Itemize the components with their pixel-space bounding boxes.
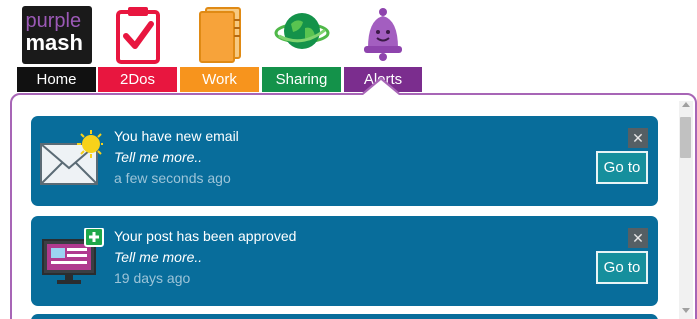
alert-timestamp: a few seconds ago — [114, 170, 231, 186]
nav-work-label: Work — [180, 67, 259, 92]
top-navigation: purple mash Home 2Dos Work Sharing Alert… — [0, 0, 697, 92]
clipboard-check-icon — [98, 6, 177, 64]
alert-title: Your post has been approved — [114, 228, 297, 244]
bell-icon — [344, 6, 422, 64]
monitor-post-icon — [39, 227, 104, 284]
close-button[interactable]: ✕ — [628, 128, 648, 148]
panel-pointer-inner — [363, 80, 399, 95]
nav-home[interactable]: purple mash Home — [17, 0, 96, 92]
alert-card-partial[interactable] — [31, 314, 658, 319]
globe-icon — [262, 6, 341, 64]
scroll-up-arrow-icon[interactable] — [682, 102, 690, 107]
nav-2dos-label: 2Dos — [98, 67, 177, 92]
nav-work[interactable]: Work — [180, 0, 259, 92]
alert-timestamp: 19 days ago — [114, 270, 191, 286]
purple-mash-logo-wrap: purple mash — [17, 6, 96, 64]
go-to-button[interactable]: Go to — [596, 151, 648, 184]
alert-card[interactable]: Your post has been approved Tell me more… — [31, 216, 658, 306]
nav-home-label: Home — [17, 67, 96, 92]
tell-me-more-link[interactable]: Tell me more.. — [114, 249, 202, 265]
scrollbar-thumb[interactable] — [680, 117, 691, 158]
envelope-icon — [39, 130, 105, 186]
folder-icon — [180, 6, 259, 64]
go-to-button[interactable]: Go to — [596, 251, 648, 284]
nav-2dos[interactable]: 2Dos — [98, 0, 177, 92]
alert-card[interactable]: You have new email Tell me more.. a few … — [31, 116, 658, 206]
nav-sharing[interactable]: Sharing — [262, 0, 341, 92]
alert-title: You have new email — [114, 128, 239, 144]
logo-line2: mash — [25, 30, 83, 55]
tell-me-more-link[interactable]: Tell me more.. — [114, 149, 202, 165]
close-button[interactable]: ✕ — [628, 228, 648, 248]
scroll-down-arrow-icon[interactable] — [682, 308, 690, 313]
logo-line1: purple — [25, 10, 82, 32]
nav-sharing-label: Sharing — [262, 67, 341, 92]
purple-mash-logo: purple mash — [21, 6, 92, 64]
